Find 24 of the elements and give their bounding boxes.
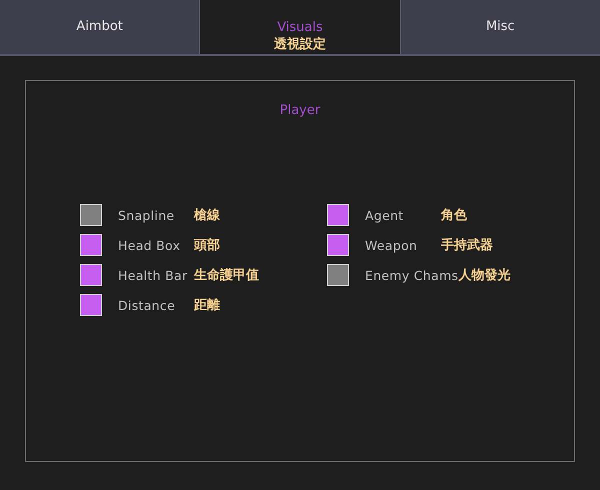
option-note: 距離 (194, 297, 220, 314)
option-label: Distance (118, 298, 176, 312)
tab[interactable]: Misc (400, 0, 600, 54)
option-label: Health Bar (118, 268, 188, 282)
option-note: 角色 (441, 207, 467, 224)
panel-title: Player (278, 103, 322, 118)
checkbox[interactable] (327, 234, 349, 256)
option-note: 人物發光 (458, 267, 510, 284)
option-label: Enemy Chams (365, 268, 458, 282)
tab[interactable]: Aimbot (0, 0, 200, 54)
checkbox[interactable] (80, 204, 102, 226)
checkbox[interactable] (327, 264, 349, 286)
option-note: 頭部 (194, 236, 220, 254)
checkbox[interactable] (80, 234, 102, 256)
option-label: Snapline (118, 208, 176, 222)
checkbox[interactable] (80, 294, 102, 316)
option-label: Weapon (365, 238, 418, 252)
option-note: 槍線 (194, 207, 220, 224)
option-note: 生命護甲值 (194, 267, 259, 284)
option-label: Head Box (118, 238, 182, 252)
checkbox[interactable] (327, 204, 349, 226)
option-label: Agent (365, 208, 404, 222)
checkbox[interactable] (80, 264, 102, 286)
option-note: 手持武器 (441, 236, 493, 254)
